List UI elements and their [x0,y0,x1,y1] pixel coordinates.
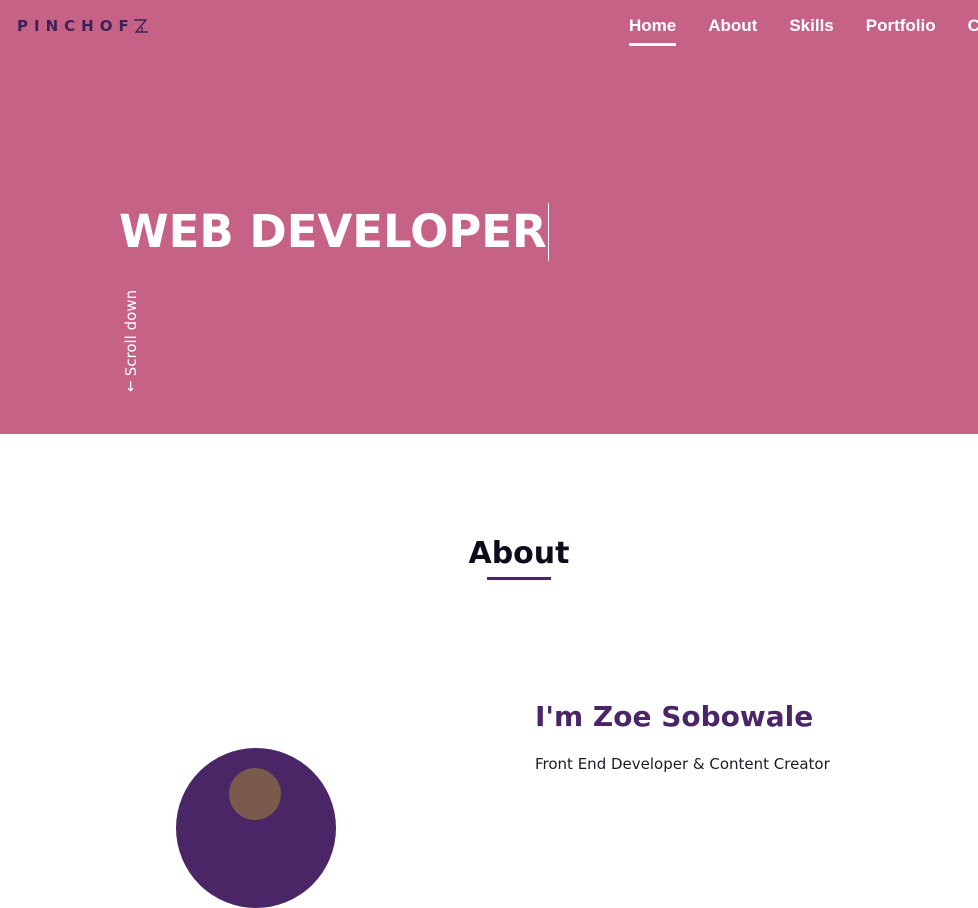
logo-text: PINCHOF [17,17,135,35]
arrow-down-icon: ← [123,380,139,392]
hero-title: WEB DEVELOPER [119,203,549,261]
nav-item-contact[interactable]: C [968,16,978,46]
scroll-down-link[interactable]: ← Scroll down [122,290,140,392]
avatar [176,748,336,908]
nav-item-portfolio[interactable]: Portfolio [866,16,936,46]
nav-item-skills[interactable]: Skills [789,16,833,46]
logo-mark-icon [133,19,148,33]
about-role: Front End Developer & Content Creator [535,755,830,773]
hero-title-text: WEB DEVELOPER [119,205,547,258]
scroll-down-label: Scroll down [122,289,140,377]
about-heading: About [468,536,570,571]
about-heading-underline [487,577,551,580]
typing-caret [547,203,549,261]
avatar-photo [229,768,281,820]
nav-item-about[interactable]: About [708,16,757,46]
hero-section: PINCHOF Home About Skills Portfolio C WE… [0,0,978,434]
nav-item-home[interactable]: Home [629,16,677,46]
logo[interactable]: PINCHOF [17,17,149,35]
about-name: I'm Zoe Sobowale [535,700,814,733]
main-nav: Home About Skills Portfolio C [629,16,978,46]
